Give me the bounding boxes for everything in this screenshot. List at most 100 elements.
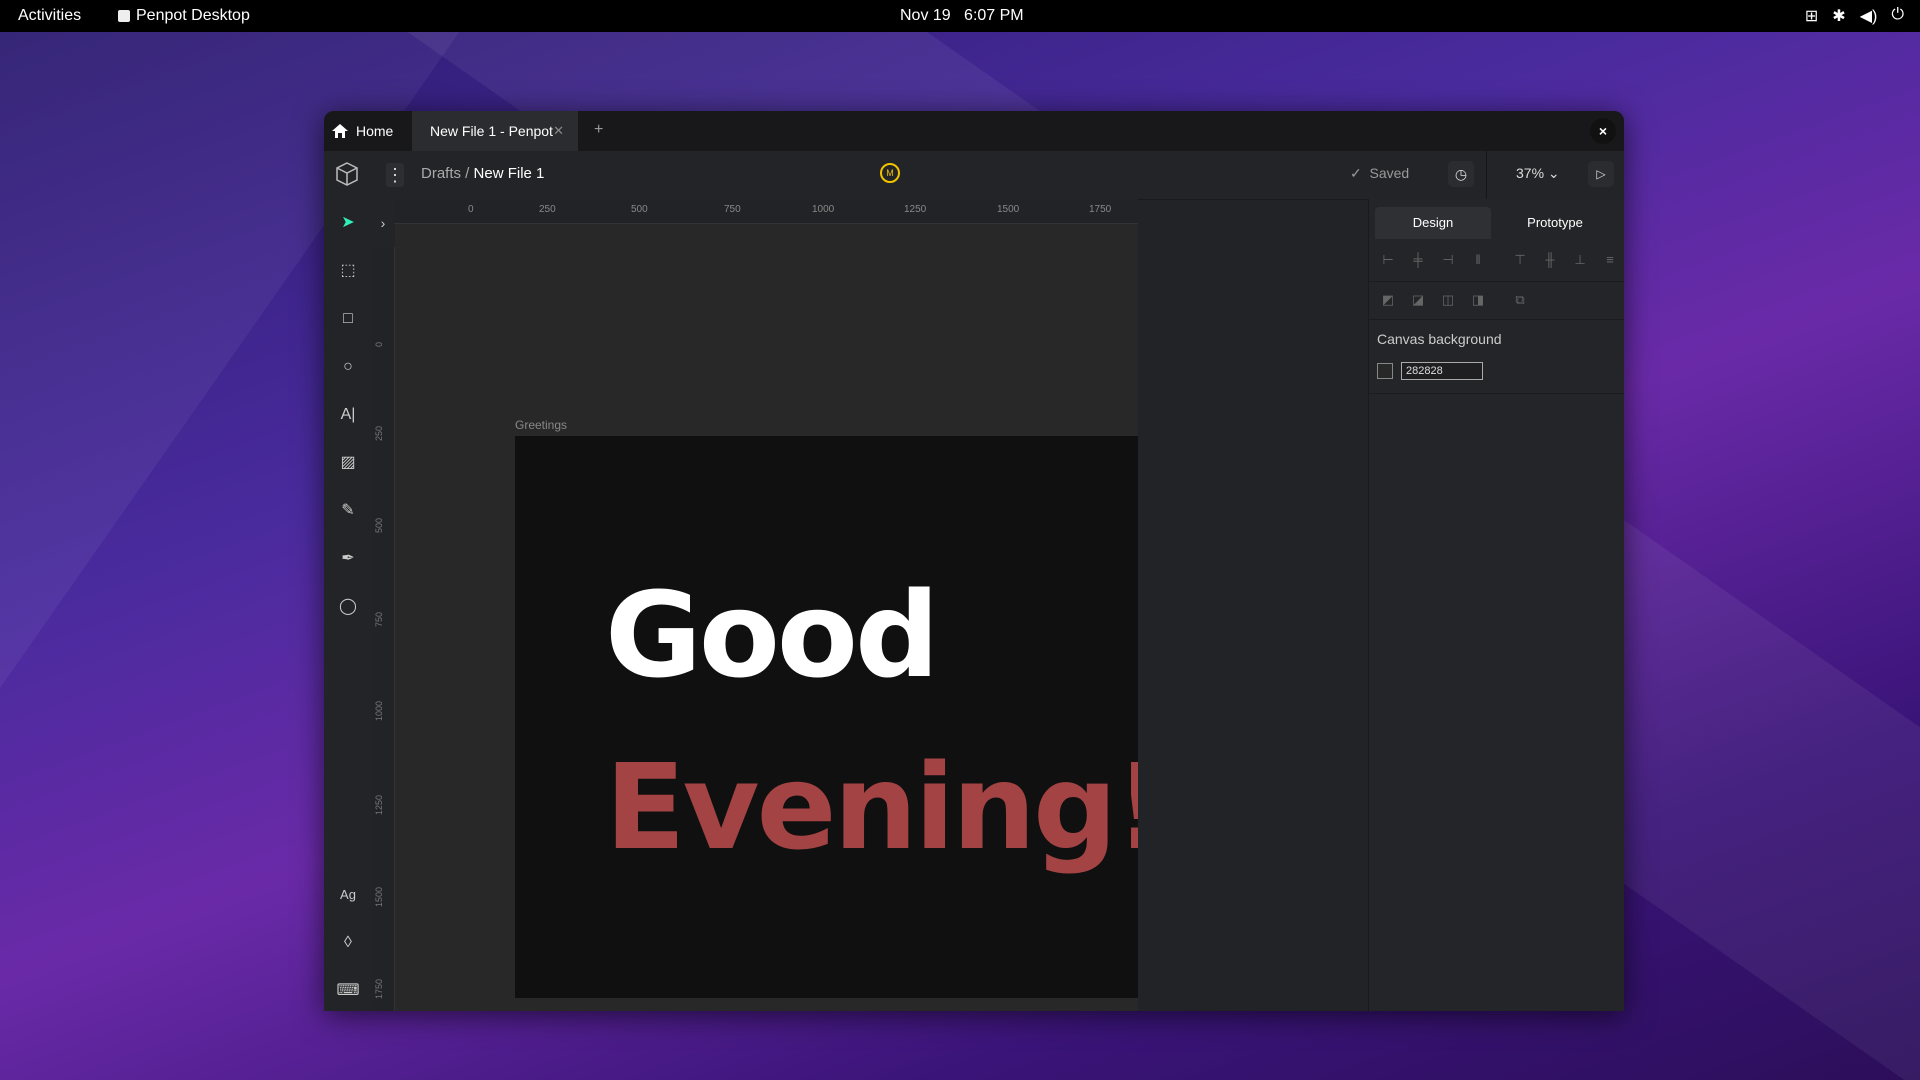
system-tray[interactable]: ⊞ ✱ ◀) ⏻ [1805,6,1904,26]
date: Nov 19 [900,7,951,24]
main-menu-button[interactable]: ⋮ [386,163,404,187]
ruler-vertical: 0 250 500 750 1000 1250 1500 1750 [372,247,395,1011]
ruler-tick: 1500 [997,204,1020,215]
tab-design[interactable]: Design [1375,207,1491,239]
typography-icon[interactable]: Ag [334,881,362,909]
check-icon: ✓ [1350,165,1362,181]
penpot-logo-icon[interactable] [334,161,360,187]
history-icon: ◷ [1454,166,1468,182]
home-icon [332,124,348,138]
chevron-right-icon: › [380,215,386,231]
penpot-window: Home New File 1 - Penpot ✕ + × ⋮ Drafts … [324,111,1624,1011]
board-tool-icon[interactable]: ⬚ [334,257,362,285]
ruler-tick: 0 [374,341,384,347]
ruler-horizontal: 0 250 500 750 1000 1250 1500 1750 [394,199,1138,224]
rectangle-tool-icon[interactable]: □ [334,305,362,333]
boolean-difference-icon[interactable]: ◪ [1407,289,1429,311]
path-tool-icon[interactable]: ✒ [334,545,362,573]
tab-home[interactable]: Home [332,111,393,151]
close-tab-icon[interactable]: ✕ [553,123,564,139]
time: 6:07 PM [964,7,1024,24]
ruler-tick: 1750 [1089,204,1112,215]
image-tool-icon[interactable]: ▨ [334,449,362,477]
ruler-tick: 750 [724,204,741,215]
align-top-icon[interactable]: ⊤ [1509,249,1531,271]
breadcrumb: Drafts / New File 1 [421,165,544,182]
boolean-exclude-icon[interactable]: ◨ [1467,289,1489,311]
align-center-v-icon[interactable]: ╫ [1539,249,1561,271]
app-menu[interactable]: Penpot Desktop [118,7,250,25]
zoom-dropdown[interactable]: 37% ⌄ [1516,165,1560,182]
move-tool-icon[interactable]: ➤ [334,209,362,237]
ruler-tick: 1250 [904,204,927,215]
activities-button[interactable]: Activities [18,7,81,25]
ruler-tick: 1000 [374,700,384,721]
ruler-tick: 0 [468,204,474,215]
canvas-background-hex-input[interactable] [1401,362,1483,380]
power-icon: ⏻ [1891,6,1904,23]
canvas-background-title: Canvas background [1377,331,1502,347]
pencil-tool-icon[interactable]: ✎ [334,497,362,525]
ruler-tick: 1500 [374,886,384,907]
comments-tool-icon[interactable]: ◯ [334,593,362,621]
save-status-label: Saved [1369,165,1410,181]
header-divider [1486,151,1487,199]
keyboard-shortcuts-icon[interactable]: ⌨ [334,977,362,1005]
app-name: Penpot Desktop [136,7,250,24]
tab-bar: Home New File 1 - Penpot ✕ + × [324,111,1624,151]
canvas-background-swatch[interactable] [1377,363,1393,379]
tab-home-label: Home [356,123,394,139]
zoom-level: 37% [1516,165,1545,181]
ruler-tick: 1750 [374,978,384,999]
tab-prototype[interactable]: Prototype [1497,207,1613,239]
workspace-header: ⋮ Drafts / New File 1 M ✓ Saved ◷ 37% ⌄ … [324,151,1624,200]
color-palette-icon[interactable]: ◊ [334,929,362,957]
divider [1369,281,1624,282]
boolean-row: ◩ ◪ ◫ ◨ ⧉ [1377,289,1531,311]
chevron-down-icon: ⌄ [1547,165,1560,181]
save-status: ✓ Saved [1350,165,1409,182]
window-close-button[interactable]: × [1590,118,1616,144]
text-tool-icon[interactable]: A| [334,401,362,429]
text-layer-evening[interactable]: Evening! [605,738,1138,876]
user-avatar[interactable]: M [880,163,900,183]
boolean-intersection-icon[interactable]: ◫ [1437,289,1459,311]
distribute-v-icon[interactable]: ≡ [1599,249,1621,271]
align-bottom-icon[interactable]: ⊥ [1569,249,1591,271]
penpot-app-icon [118,10,130,22]
view-mode-button[interactable]: ▷ [1588,161,1614,187]
align-center-h-icon[interactable]: ╪ [1407,249,1429,271]
flatten-icon[interactable]: ⧉ [1509,289,1531,311]
divider [1369,319,1624,320]
design-canvas[interactable]: Greetings Good Evening! [395,224,1138,1011]
divider [1369,393,1624,394]
align-right-icon[interactable]: ⊣ [1437,249,1459,271]
ruler-tick: 750 [374,611,384,627]
tab-new-file-label: New File 1 - Penpot [430,123,553,139]
boolean-union-icon[interactable]: ◩ [1377,289,1399,311]
distribute-h-icon[interactable]: ‖ [1467,249,1489,271]
board-greetings[interactable]: Good Evening! [515,436,1138,998]
ruler-tick: 250 [539,204,556,215]
network-icon: ⊞ [1804,8,1819,25]
system-top-bar: Activities Penpot Desktop Nov 19 6:07 PM… [0,0,1920,32]
ruler-tick: 500 [631,204,648,215]
text-layer-good[interactable]: Good [605,566,939,704]
clock[interactable]: Nov 19 6:07 PM [900,7,1024,25]
volume-icon: ◀) [1859,8,1878,25]
align-left-icon[interactable]: ⊢ [1377,249,1399,271]
tab-new-file[interactable]: New File 1 - Penpot ✕ [412,111,578,151]
bluetooth-icon: ✱ [1832,8,1846,25]
play-icon: ▷ [1596,167,1606,181]
new-tab-button[interactable]: + [594,121,603,139]
breadcrumb-drafts[interactable]: Drafts [421,165,461,182]
board-title[interactable]: Greetings [515,418,567,432]
ellipse-tool-icon[interactable]: ○ [334,353,362,381]
ruler-tick: 1000 [812,204,835,215]
ruler-tick: 500 [374,517,384,533]
alignment-row: ⊢ ╪ ⊣ ‖ ⊤ ╫ ⊥ ≡ [1377,249,1621,271]
history-button[interactable]: ◷ [1448,161,1474,187]
ruler-tick: 1250 [374,794,384,815]
breadcrumb-file-name[interactable]: New File 1 [474,165,545,182]
expand-layers-button[interactable]: › [372,199,394,247]
